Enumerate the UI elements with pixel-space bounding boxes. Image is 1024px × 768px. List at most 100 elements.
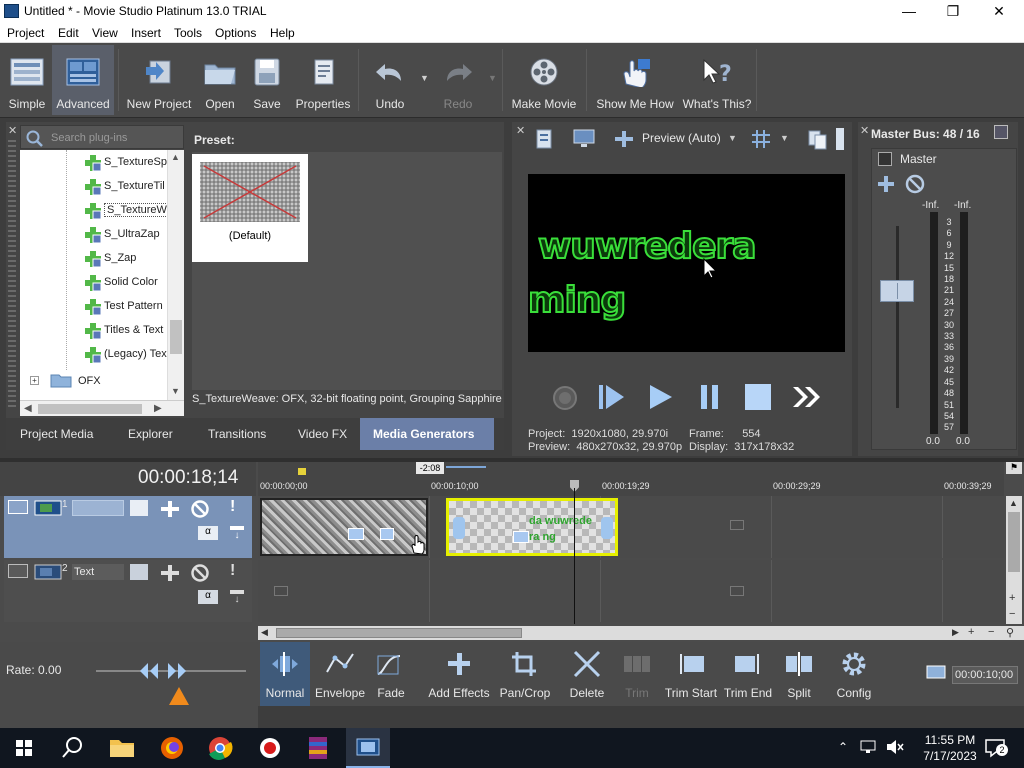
chrome-icon[interactable] [200,732,240,764]
clip-fx-icon[interactable] [513,531,529,543]
volume-muted-icon[interactable] [886,739,904,755]
clip-fade-in-handle[interactable] [453,517,465,539]
show-me-how-button[interactable]: Show Me How [592,45,678,115]
selection-length-display[interactable]: 00:00:10;00 [952,666,1018,684]
marker-toggle-icon[interactable]: ⚑ [1006,462,1022,474]
hscroll-thumb[interactable] [276,628,522,638]
overlays-button[interactable] [750,128,772,150]
track-motion-icon[interactable] [130,500,148,516]
scroll-left-icon[interactable]: ◀ [24,403,32,414]
maximize-button[interactable]: ❐ [930,0,976,23]
scroll-left-icon[interactable]: ◀ [261,627,268,638]
search-box[interactable]: Search plug-ins [20,125,184,149]
text-clip[interactable]: da wuwrede ra ng [446,498,618,556]
tree-vscrollbar[interactable]: ▲ ▼ [167,150,184,402]
close-button[interactable]: ✕ [976,0,1022,23]
zoom-in-icon[interactable]: + [1009,592,1015,604]
stop-button[interactable] [742,381,774,413]
file-explorer-icon[interactable] [102,732,142,764]
master-pan-icon[interactable] [876,174,896,194]
master-fader-track[interactable] [896,226,899,408]
tab-explorer[interactable]: Explorer [128,427,173,441]
split-screen-button[interactable] [612,128,636,150]
master-options-button[interactable] [994,125,1008,139]
zoom-out-icon[interactable]: − [1009,608,1015,620]
network-icon[interactable] [860,740,878,754]
advanced-button[interactable]: Advanced [52,45,114,115]
track-solo-icon[interactable]: ! [230,562,236,580]
envelope-tool-button[interactable]: Envelope [314,642,366,706]
redo-dropdown-icon[interactable]: ▼ [488,73,497,83]
redo-button[interactable]: Redo [432,45,484,115]
master-fader-knob[interactable] [880,280,914,302]
zoom-tool-icon[interactable]: ⚲ [1006,626,1014,639]
track-header-1[interactable]: 1 ! α ↓ [4,496,252,558]
add-effects-button[interactable]: Add Effects [424,642,494,706]
show-hidden-icons[interactable]: ⌃ [838,740,848,754]
tab-transitions[interactable]: Transitions [208,427,266,441]
trim-button[interactable]: Trim [612,642,662,706]
track-name-1[interactable] [72,500,124,516]
track-solo-icon[interactable]: ! [230,498,236,516]
zoom-in-time-icon[interactable]: + [968,626,974,638]
delete-button[interactable]: Delete [564,642,610,706]
track-header-2[interactable]: 2 Text ! α ↓ [4,560,252,622]
timeline-vscrollbar[interactable]: ▲ + − [1006,496,1022,624]
scroll-right-icon[interactable]: ▶ [952,627,959,638]
movie-studio-taskbar-button[interactable] [346,728,390,768]
menu-tools[interactable]: Tools [174,26,202,40]
external-monitor-button[interactable] [572,128,596,150]
scroll-up-icon[interactable]: ▲ [1009,498,1018,508]
track-mute-icon[interactable] [190,563,210,583]
track-mute-icon[interactable] [190,499,210,519]
pan-crop-button[interactable]: Pan/Crop [496,642,554,706]
track-expand-icon[interactable] [8,500,28,514]
play-from-start-button[interactable] [596,381,628,413]
normal-tool-button[interactable]: Normal [260,642,310,706]
copy-snapshot-button[interactable] [806,128,830,150]
panel-close-icon[interactable]: ✕ [8,124,18,137]
parent-motion-icon[interactable]: ↓ [230,590,244,608]
track-lane-1[interactable]: da wuwrede ra ng [258,496,1004,558]
clip-fx-icon[interactable] [348,528,364,540]
overlays-dropdown-icon[interactable]: ▼ [780,133,789,143]
scroll-down-icon[interactable]: ▼ [171,386,180,396]
winrar-icon[interactable] [298,732,338,764]
compositing-mode-icon[interactable]: α [198,590,218,604]
scroll-right-icon[interactable]: ▶ [154,403,162,414]
properties-button[interactable]: Properties [292,45,354,115]
track-name-2[interactable]: Text [72,564,124,580]
track-lane-2[interactable] [258,560,1004,622]
save-button[interactable]: Save [246,45,288,115]
scroll-up-icon[interactable]: ▲ [171,152,180,162]
system-clock[interactable]: 11:55 PM 7/17/2023 [914,732,986,764]
timeline-hscrollbar[interactable]: ◀ ▶ + − ⚲ [258,626,1024,640]
whats-this-button[interactable]: ? What's This? [682,45,752,115]
windows-start-icon[interactable] [4,732,44,764]
master-mute-icon[interactable] [904,173,926,195]
simple-button[interactable]: Simple [4,45,50,115]
plugin-tree[interactable]: S_TextureSp S_TextureTil S_TextureWe S_U… [20,150,184,402]
clip-fade-out-handle[interactable] [601,517,613,539]
go-to-end-button[interactable] [790,381,822,413]
play-button[interactable] [644,381,676,413]
compositing-mode-icon[interactable]: α [198,526,218,540]
rate-slider-handle[interactable] [140,662,186,680]
tab-project-media[interactable]: Project Media [20,427,93,441]
zoom-out-time-icon[interactable]: − [988,626,994,638]
track-motion-icon[interactable] [130,564,148,580]
search-icon[interactable] [52,732,92,764]
split-button[interactable]: Split [776,642,822,706]
tree-hscrollbar[interactable]: ◀ ▶ [20,400,184,416]
trim-start-button[interactable]: Trim Start [662,642,720,706]
record-button[interactable] [550,383,580,413]
pause-button[interactable] [694,381,726,413]
menu-insert[interactable]: Insert [131,26,161,40]
video-output-fx-button[interactable] [534,128,556,150]
new-project-button[interactable]: New Project [124,45,194,115]
quality-dropdown-icon[interactable]: ▼ [728,133,737,143]
search-input[interactable]: Search plug-ins [51,132,127,144]
undo-button[interactable]: Undo [364,45,416,115]
scroll-thumb[interactable] [170,320,182,354]
minimize-button[interactable]: — [886,0,932,23]
